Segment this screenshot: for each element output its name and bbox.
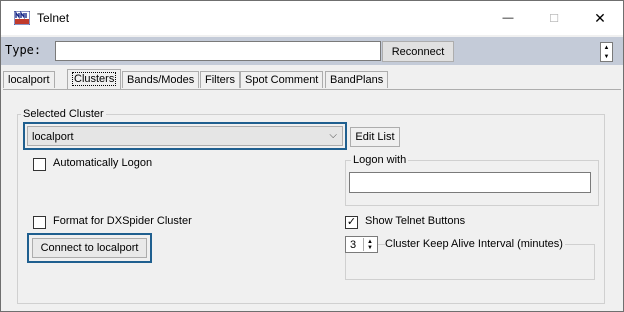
tab-spot-comment[interactable]: Spot Comment: [240, 71, 324, 88]
close-icon: ✕: [594, 9, 606, 26]
keepalive-label: Cluster Keep Alive Interval (minutes): [385, 238, 565, 250]
selected-cluster-legend: Selected Cluster: [21, 108, 106, 120]
tab-clusters[interactable]: Clusters: [67, 69, 122, 89]
show-telnet-buttons-checkbox[interactable]: ✓: [345, 216, 358, 229]
clusters-panel: Selected Cluster localport ⌵ Edit List A…: [3, 89, 621, 310]
maximize-button[interactable]: ☐: [531, 1, 577, 35]
title-bar: Telnet — ☐ ✕: [1, 1, 623, 35]
edit-list-button[interactable]: Edit List: [350, 127, 400, 147]
cluster-select-value: localport: [32, 131, 74, 143]
reconnect-button[interactable]: Reconnect: [382, 41, 454, 62]
logon-with-legend: Logon with: [351, 154, 409, 166]
format-dxspider-label: Format for DXSpider Cluster: [53, 215, 192, 227]
auto-logon-label: Automatically Logon: [53, 157, 153, 169]
cluster-select[interactable]: localport ⌵: [27, 126, 343, 146]
keepalive-value: 3: [350, 239, 357, 251]
type-spinner[interactable]: ▲ ▼: [600, 42, 613, 62]
tab-bands-modes[interactable]: Bands/Modes: [122, 71, 200, 88]
show-telnet-buttons-label: Show Telnet Buttons: [365, 215, 466, 227]
connect-button[interactable]: Connect to localport: [32, 238, 147, 258]
app-logo-icon: [14, 11, 30, 25]
auto-logon-checkbox[interactable]: [33, 158, 46, 171]
type-bar: Type: Reconnect ▲ ▼: [1, 37, 623, 65]
format-dxspider-checkbox[interactable]: [33, 216, 46, 229]
type-label: Type:: [5, 43, 42, 57]
stepper-down-icon[interactable]: ▼: [367, 245, 373, 251]
keepalive-stepper[interactable]: 3 ▲ ▼: [345, 236, 378, 253]
spin-down-icon[interactable]: ▼: [601, 52, 612, 61]
tab-bandplans[interactable]: BandPlans: [325, 71, 389, 88]
minimize-icon: —: [502, 12, 514, 24]
telnet-window: Telnet — ☐ ✕ Type: Reconnect ▲ ▼ localpo…: [0, 0, 624, 312]
minimize-button[interactable]: —: [485, 1, 531, 35]
window-title: Telnet: [37, 11, 70, 25]
logon-with-input[interactable]: [349, 172, 591, 193]
checkmark-icon: ✓: [346, 216, 357, 228]
tab-filters[interactable]: Filters: [200, 71, 240, 88]
close-button[interactable]: ✕: [577, 1, 623, 35]
spin-up-icon[interactable]: ▲: [601, 43, 612, 52]
maximize-icon: ☐: [549, 12, 559, 25]
chevron-down-icon: ⌵: [329, 130, 337, 141]
tab-localport[interactable]: localport: [3, 71, 55, 88]
type-input[interactable]: [55, 41, 381, 61]
